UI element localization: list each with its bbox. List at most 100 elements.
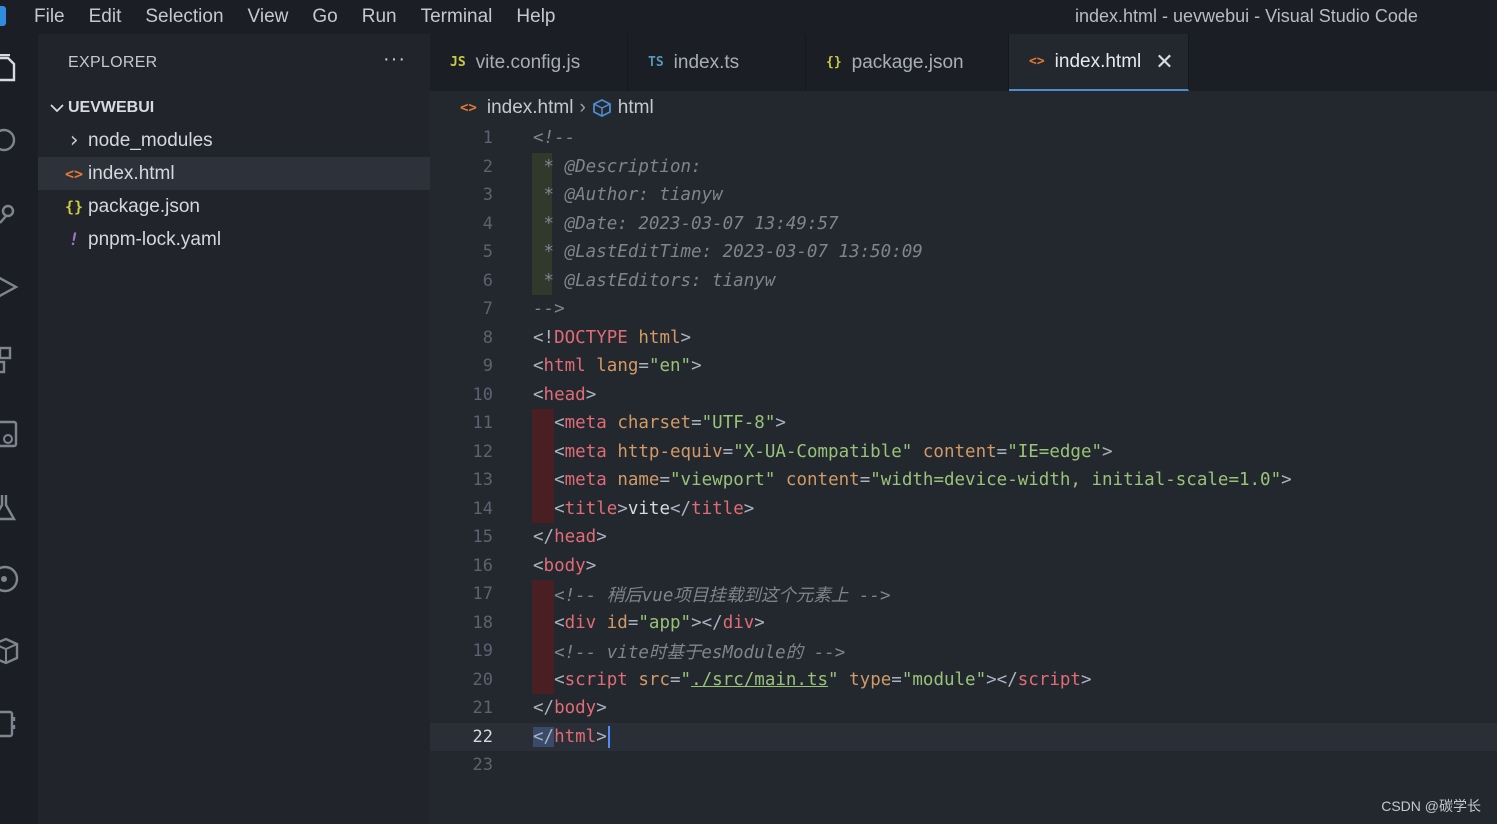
tab-label: vite.config.js xyxy=(475,51,581,73)
tree-item-label: pnpm-lock.yaml xyxy=(88,228,222,250)
tab-vite-config-js[interactable]: JS vite.config.js xyxy=(430,34,628,91)
code-line: 20 <script src="./src/main.ts" type="mod… xyxy=(430,665,1497,694)
code-token: * @LastEditTime: 2023-03-07 13:50:09 xyxy=(533,242,923,263)
extensions-icon[interactable] xyxy=(0,346,20,376)
notebook-icon[interactable] xyxy=(0,709,20,739)
source-control-icon[interactable] xyxy=(0,199,20,229)
line-content: <meta charset="UTF-8"> xyxy=(533,413,786,433)
code-token: charset xyxy=(617,413,692,434)
code-token: body xyxy=(543,555,586,576)
remote-explorer-icon[interactable] xyxy=(0,419,20,449)
code-token: <!-- 稍后vue项目挂载到这个元素上 --> xyxy=(533,585,891,606)
code-token: </ xyxy=(533,698,555,719)
line-content: </head> xyxy=(533,527,607,547)
js-file-icon: JS xyxy=(450,55,466,70)
line-number: 12 xyxy=(472,441,493,462)
tab-label: index.ts xyxy=(673,51,740,73)
packages-icon[interactable] xyxy=(0,636,20,666)
line-number: 18 xyxy=(472,612,493,633)
line-content: <script src="./src/main.ts" type="module… xyxy=(533,669,1091,690)
line-number: 8 xyxy=(482,327,493,348)
testing-icon[interactable] xyxy=(0,492,20,522)
menu-edit[interactable]: Edit xyxy=(77,6,134,28)
line-content: <title>vite</title> xyxy=(533,499,754,519)
json-file-icon: {} xyxy=(826,55,842,70)
symbol-element-icon xyxy=(592,98,612,118)
code-token: = xyxy=(669,669,681,690)
menu-help[interactable]: Help xyxy=(504,6,567,28)
code-token: "app" xyxy=(638,612,692,633)
line-content: <!-- vite时基于esModule的 --> xyxy=(533,639,845,664)
tab-index-ts[interactable]: TS index.ts xyxy=(628,34,806,91)
code-token: content xyxy=(922,441,997,462)
code-token: type xyxy=(849,669,892,690)
line-content: <!-- 稍后vue项目挂载到这个元素上 --> xyxy=(533,582,891,607)
explorer-icon[interactable] xyxy=(0,53,20,84)
line-number: 20 xyxy=(472,669,493,690)
git-graph-icon[interactable] xyxy=(0,564,20,594)
code-token: meta xyxy=(564,441,607,462)
line-number: 1 xyxy=(482,128,493,149)
code-line: 8 <!DOCTYPE html> xyxy=(430,324,1497,353)
run-debug-icon[interactable] xyxy=(0,272,20,302)
search-icon[interactable] xyxy=(0,126,20,156)
code-token: < xyxy=(533,470,565,491)
menu-run[interactable]: Run xyxy=(350,6,409,28)
code-line: 19 <!-- vite时基于esModule的 --> xyxy=(430,637,1497,666)
more-actions-icon[interactable]: ··· xyxy=(383,48,406,71)
menu-terminal[interactable]: Terminal xyxy=(409,6,505,28)
tree-item-label: node_modules xyxy=(88,129,213,151)
code-line: 9 <html lang="en"> xyxy=(430,352,1497,381)
html-file-icon: <> xyxy=(460,99,477,116)
tree-item-index-html[interactable]: <> index.html xyxy=(38,157,430,190)
code-token: > xyxy=(585,384,597,405)
breadcrumb-symbol[interactable]: html xyxy=(618,97,654,119)
breadcrumb-file[interactable]: index.html xyxy=(487,97,574,119)
code-token: < xyxy=(533,356,544,377)
tree-item-node-modules[interactable]: › node_modules xyxy=(38,124,430,157)
menu-view[interactable]: View xyxy=(236,6,301,28)
tab-index-html[interactable]: <> index.html ✕ xyxy=(1009,34,1189,91)
code-token: " xyxy=(828,669,839,690)
code-token: > xyxy=(1281,470,1292,491)
menu-selection[interactable]: Selection xyxy=(133,6,235,28)
code-token: head xyxy=(554,527,597,548)
tree-item-pnpm-lock-yaml[interactable]: ! pnpm-lock.yaml xyxy=(38,223,430,256)
menu-go[interactable]: Go xyxy=(300,6,349,28)
code-editor[interactable]: <> index.html › html 1 <!-- 2 * @Descripti… xyxy=(430,91,1497,824)
code-line: 23 xyxy=(430,751,1497,780)
code-token: name xyxy=(617,470,660,491)
line-content: </body> xyxy=(533,698,607,718)
explorer-header: EXPLORER ··· xyxy=(38,34,430,91)
code-token: ></ xyxy=(691,612,723,633)
code-token: > xyxy=(596,527,607,548)
line-content: <div id="app"></div> xyxy=(533,613,765,633)
code-token: < xyxy=(533,612,565,633)
code-token: lang xyxy=(596,356,639,377)
line-number: 21 xyxy=(472,698,493,719)
code-token: --> xyxy=(533,299,565,320)
menu-file[interactable]: File xyxy=(22,6,77,28)
line-number: 15 xyxy=(472,527,493,548)
tab-package-json[interactable]: {} package.json xyxy=(806,34,1009,91)
line-number: 5 xyxy=(482,242,493,263)
code-token: script xyxy=(1017,669,1081,690)
yaml-file-icon: ! xyxy=(68,229,80,250)
workspace-section-header[interactable]: UEVWEBUI xyxy=(38,91,430,124)
tree-item-package-json[interactable]: {} package.json xyxy=(38,190,430,223)
close-icon[interactable]: ✕ xyxy=(1155,49,1173,75)
code-token: head xyxy=(543,384,586,405)
code-token: > xyxy=(680,327,692,348)
chevron-down-icon xyxy=(46,103,68,113)
code-token: = xyxy=(638,356,649,377)
activity-bar xyxy=(0,34,38,824)
code-token: " xyxy=(680,669,692,690)
code-token: = xyxy=(691,413,702,434)
code-line: 11 <meta charset="UTF-8"> xyxy=(430,409,1497,438)
code-token: <! xyxy=(533,327,555,348)
code-token: "X-UA-Compatible" xyxy=(733,441,913,462)
line-content: <!DOCTYPE html> xyxy=(533,328,691,348)
workspace-name: UEVWEBUI xyxy=(68,98,155,116)
